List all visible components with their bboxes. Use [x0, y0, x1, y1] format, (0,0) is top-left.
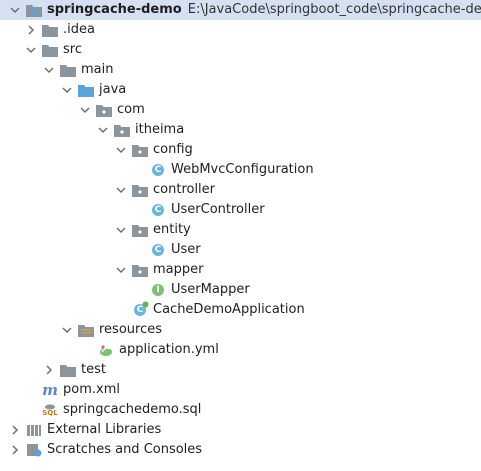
tree-row-main[interactable]: main: [0, 60, 481, 80]
folder-icon: [42, 22, 58, 38]
tree-row-entity[interactable]: entity: [0, 220, 481, 240]
maven-badge: m: [42, 381, 58, 399]
class-badge: C: [152, 164, 164, 176]
tree-row-src[interactable]: src: [0, 40, 481, 60]
chevron-down-icon[interactable]: [98, 125, 108, 135]
sql-file-icon: SQL: [42, 402, 58, 418]
chevron-down-icon[interactable]: [10, 5, 20, 15]
sql-badge: SQL: [42, 409, 58, 417]
tree-row-resources[interactable]: resources: [0, 320, 481, 340]
tree-row-project-root[interactable]: springcache-demo E:\JavaCode\springboot_…: [0, 0, 481, 20]
chevron-down-icon[interactable]: [62, 85, 72, 95]
class-icon: C: [150, 162, 166, 178]
package-icon: [114, 122, 130, 138]
package-icon: [96, 102, 112, 118]
source-folder-icon: [78, 82, 94, 98]
chevron-right-icon[interactable]: [44, 365, 54, 375]
chevron-right-icon[interactable]: [10, 445, 20, 455]
tree-label: UserMapper: [171, 282, 250, 297]
package-icon: [132, 262, 148, 278]
tree-row-external-libraries[interactable]: External Libraries: [0, 420, 481, 440]
chevron-down-icon[interactable]: [116, 265, 126, 275]
chevron-down-icon[interactable]: [116, 145, 126, 155]
interface-badge: I: [152, 284, 164, 296]
tree-label: pom.xml: [63, 382, 120, 397]
folder-icon: [42, 42, 58, 58]
tree-label: test: [81, 362, 106, 377]
tree-row-sql-file[interactable]: SQL springcachedemo.sql: [0, 400, 481, 420]
tree-label: application.yml: [119, 342, 219, 357]
chevron-right-icon[interactable]: [26, 25, 36, 35]
tree-row-java[interactable]: java: [0, 80, 481, 100]
tree-row-application-yml[interactable]: application.yml: [0, 340, 481, 360]
tree-row-mapper[interactable]: mapper: [0, 260, 481, 280]
project-path: E:\JavaCode\springboot_code\springcache-…: [187, 2, 481, 17]
tree-row-itheima[interactable]: itheima: [0, 120, 481, 140]
tree-label: CacheDemoApplication: [153, 302, 305, 317]
class-icon: C: [150, 202, 166, 218]
tree-row-usercontroller[interactable]: C UserController: [0, 200, 481, 220]
chevron-down-icon[interactable]: [116, 225, 126, 235]
chevron-down-icon[interactable]: [116, 185, 126, 195]
resource-folder-icon: [78, 322, 94, 338]
interface-icon: I: [150, 282, 166, 298]
project-name: springcache-demo: [47, 2, 182, 17]
library-icon: [26, 422, 42, 438]
package-icon: [132, 182, 148, 198]
tree-label: WebMvcConfiguration: [171, 162, 314, 177]
tree-label: controller: [153, 182, 216, 197]
chevron-down-icon[interactable]: [62, 325, 72, 335]
tree-row-scratches[interactable]: Scratches and Consoles: [0, 440, 481, 460]
package-icon: [132, 222, 148, 238]
tree-label: Scratches and Consoles: [47, 442, 203, 457]
scratches-icon: [26, 442, 42, 458]
tree-row-cachedemoapplication[interactable]: C CacheDemoApplication: [0, 300, 481, 320]
tree-label: External Libraries: [47, 422, 162, 437]
tree-label: .idea: [63, 22, 95, 37]
project-folder-icon: [26, 2, 42, 18]
folder-icon: [60, 362, 76, 378]
folder-icon: [60, 62, 76, 78]
tree-label: main: [81, 62, 114, 77]
tree-row-controller[interactable]: controller: [0, 180, 481, 200]
class-badge: C: [152, 204, 164, 216]
tree-row-pom-xml[interactable]: m pom.xml: [0, 380, 481, 400]
tree-label: java: [99, 82, 127, 97]
tree-label: resources: [99, 322, 163, 337]
tree-row-config[interactable]: config: [0, 140, 481, 160]
tree-row-test[interactable]: test: [0, 360, 481, 380]
chevron-right-icon[interactable]: [10, 425, 20, 435]
class-badge: C: [152, 244, 164, 256]
maven-icon: m: [42, 382, 58, 398]
tree-label: config: [153, 142, 193, 157]
spring-config-icon: [98, 342, 114, 358]
tree-label: mapper: [153, 262, 204, 277]
chevron-down-icon[interactable]: [26, 45, 36, 55]
tree-row-usermapper[interactable]: I UserMapper: [0, 280, 481, 300]
tree-label: com: [117, 102, 145, 117]
tree-row-user[interactable]: C User: [0, 240, 481, 260]
class-icon: C: [150, 242, 166, 258]
project-tree: springcache-demo E:\JavaCode\springboot_…: [0, 0, 481, 471]
spring-boot-class-icon: C: [132, 301, 149, 318]
tree-row-com[interactable]: com: [0, 100, 481, 120]
sql-badge-wrap: SQL: [42, 403, 58, 417]
tree-label: src: [63, 42, 82, 57]
package-icon: [132, 142, 148, 158]
tree-label: entity: [153, 222, 191, 237]
tree-label: UserController: [171, 202, 265, 217]
tree-label: itheima: [135, 122, 185, 137]
tree-label: User: [171, 242, 201, 257]
tree-label: springcachedemo.sql: [63, 402, 202, 417]
chevron-down-icon[interactable]: [44, 65, 54, 75]
tree-row-webmvcconfiguration[interactable]: C WebMvcConfiguration: [0, 160, 481, 180]
chevron-down-icon[interactable]: [80, 105, 90, 115]
tree-row-idea[interactable]: .idea: [0, 20, 481, 40]
